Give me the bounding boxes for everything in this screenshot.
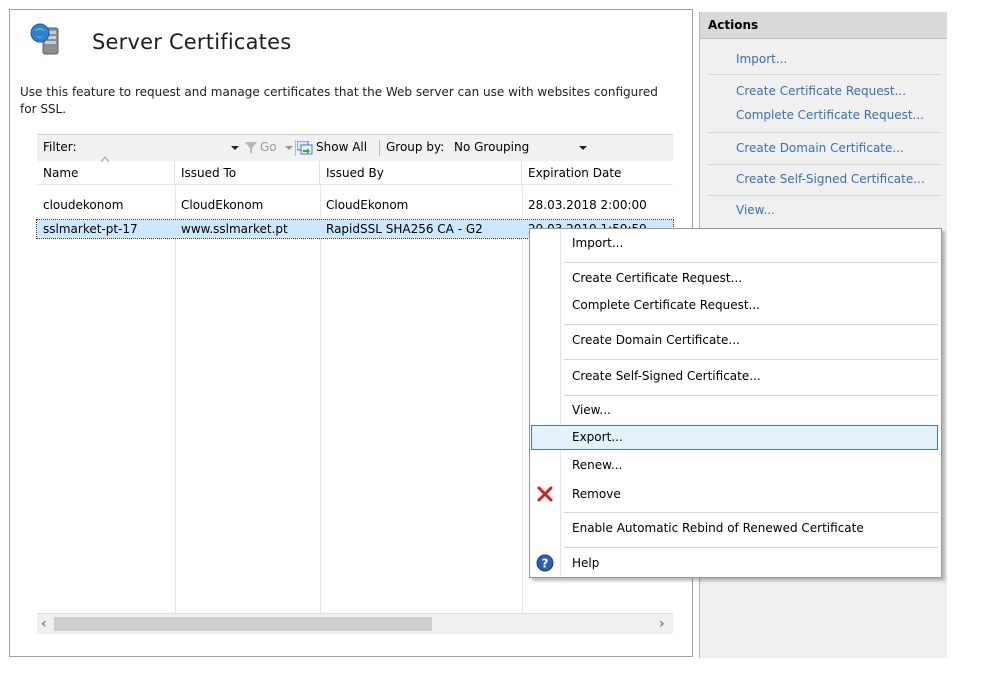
menu-item-help[interactable]: Help [572, 556, 599, 570]
menu-item-create-certificate-request[interactable]: Create Certificate Request... [572, 271, 742, 285]
action-complete-certificate-request[interactable]: Complete Certificate Request... [736, 108, 924, 122]
certificate-server-icon [30, 23, 59, 55]
page-title: Server Certificates [92, 30, 292, 54]
menu-item-create-domain-certificate[interactable]: Create Domain Certificate... [572, 333, 740, 347]
menu-separator [564, 395, 938, 396]
top-band [0, 0, 993, 8]
group-by-select[interactable]: No Grouping [454, 140, 529, 154]
menu-separator [564, 324, 938, 325]
menu-separator [564, 512, 938, 513]
cell-issued-to: CloudEkonom [181, 198, 264, 212]
menu-separator [564, 547, 938, 548]
filter-bar: Filter: Go Show All Group by: No Groupin… [37, 134, 673, 162]
menu-item-export[interactable]: Export... [572, 430, 623, 444]
menu-item-complete-certificate-request[interactable]: Complete Certificate Request... [572, 298, 760, 312]
menu-item-remove[interactable]: Remove [572, 487, 621, 501]
menu-separator [564, 262, 938, 263]
action-import[interactable]: Import... [736, 52, 787, 66]
column-header-expiration-date[interactable]: Expiration Date [522, 161, 673, 185]
column-header-label: Issued By [326, 166, 384, 180]
sort-ascending-icon [100, 156, 110, 163]
show-all-icon[interactable] [297, 141, 313, 155]
show-all-button[interactable]: Show All [316, 140, 367, 154]
page-description: Use this feature to request and manage c… [20, 85, 658, 116]
cell-name: cloudekonom [43, 198, 124, 212]
scroll-right-icon[interactable]: › [659, 616, 665, 632]
menu-item-create-self-signed-certificate[interactable]: Create Self-Signed Certificate... [572, 369, 761, 383]
menu-separator [564, 359, 938, 360]
toolbar-divider [295, 140, 296, 156]
svg-text:?: ? [542, 557, 549, 571]
menu-item-enable-automatic-rebind[interactable]: Enable Automatic Rebind of Renewed Certi… [572, 521, 864, 535]
action-separator [708, 195, 941, 196]
go-dropdown-arrow-icon[interactable] [285, 146, 293, 150]
context-menu: Import... Create Certificate Request... … [529, 228, 942, 578]
action-create-certificate-request[interactable]: Create Certificate Request... [736, 84, 906, 98]
column-divider [175, 185, 176, 613]
column-header-name[interactable]: Name [37, 156, 175, 185]
toolbar-divider [379, 140, 380, 156]
horizontal-scrollbar[interactable]: ‹ › [37, 613, 673, 634]
cell-issued-by: RapidSSL SHA256 CA - G2 [326, 222, 483, 236]
action-separator [708, 132, 941, 133]
menu-item-renew[interactable]: Renew... [572, 458, 622, 472]
action-create-self-signed-certificate[interactable]: Create Self-Signed Certificate... [736, 172, 925, 186]
action-create-domain-certificate[interactable]: Create Domain Certificate... [736, 141, 904, 155]
scrollbar-thumb[interactable] [54, 617, 432, 631]
column-divider [320, 185, 321, 613]
context-menu-gutter [530, 229, 561, 577]
menu-item-import[interactable]: Import... [572, 236, 623, 250]
actions-header-label: Actions [708, 18, 759, 32]
cell-expiration: 28.03.2018 2:00:00 [528, 198, 647, 212]
column-header-issued-to[interactable]: Issued To [175, 161, 320, 185]
go-button[interactable]: Go [260, 140, 277, 154]
funnel-icon[interactable] [245, 142, 257, 154]
action-separator [708, 164, 941, 165]
column-header-label: Expiration Date [528, 166, 622, 180]
group-by-label: Group by: [386, 140, 445, 154]
column-header-label: Name [43, 166, 79, 180]
cell-issued-by: CloudEkonom [326, 198, 409, 212]
column-header-issued-by[interactable]: Issued By [320, 161, 522, 185]
action-view[interactable]: View... [736, 203, 775, 217]
help-icon: ? [536, 554, 554, 572]
filter-label: Filter: [43, 140, 77, 154]
red-x-icon [537, 486, 553, 502]
table-row[interactable]: cloudekonom CloudEkonom CloudEkonom 28.0… [37, 196, 673, 214]
cell-name: sslmarket-pt-17 [43, 222, 138, 236]
group-by-dropdown-arrow-icon[interactable] [579, 146, 587, 150]
action-separator [708, 74, 941, 75]
column-header-label: Issued To [181, 166, 237, 180]
column-divider [522, 185, 523, 613]
cell-issued-to: www.sslmarket.pt [181, 222, 288, 236]
actions-header: Actions [700, 12, 947, 39]
filter-dropdown-arrow-icon[interactable] [231, 146, 239, 150]
scroll-left-icon[interactable]: ‹ [41, 616, 47, 632]
menu-item-view[interactable]: View... [572, 403, 611, 417]
